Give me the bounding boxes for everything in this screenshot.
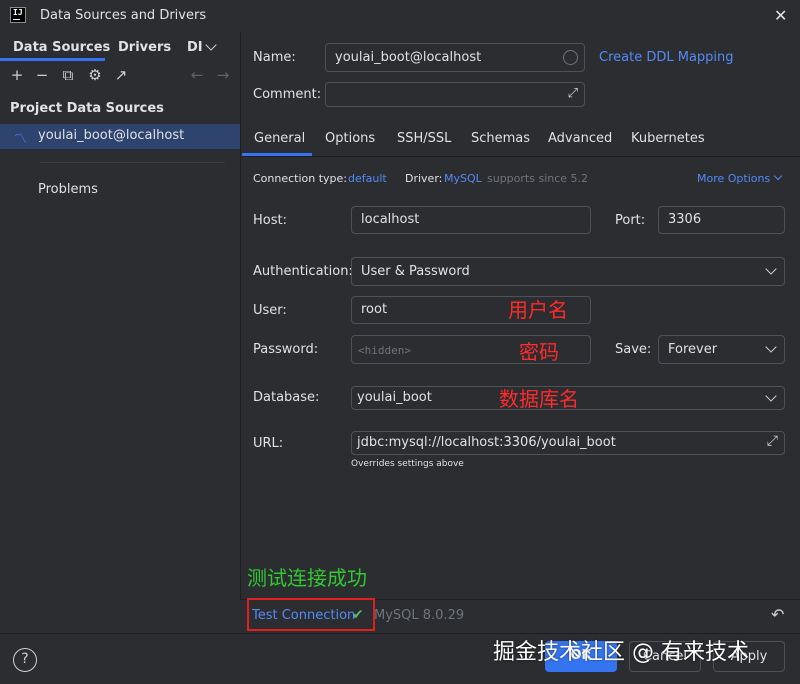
create-ddl-mapping-link[interactable]: Create DDL Mapping	[599, 50, 734, 65]
tab-data-sources[interactable]: Data Sources	[13, 40, 110, 55]
connection-type-link[interactable]: default	[348, 172, 387, 185]
divider	[242, 156, 800, 157]
window-title: Data Sources and Drivers	[40, 8, 207, 23]
tabs-overflow-chevron-icon[interactable]	[205, 39, 217, 51]
tab-general[interactable]: General	[254, 131, 305, 146]
tab-kubernetes[interactable]: Kubernetes	[631, 131, 705, 146]
color-circle-icon[interactable]	[563, 50, 578, 65]
datasource-label[interactable]: youlai_boot@localhost	[38, 128, 184, 143]
url-field[interactable]: jdbc:mysql://localhost:3306/youlai_boot …	[351, 431, 785, 455]
annotation-database: 数据库名	[499, 387, 579, 411]
close-icon[interactable]: ✕	[774, 6, 787, 25]
name-label: Name:	[253, 50, 296, 65]
problems-item[interactable]: Problems	[38, 182, 98, 197]
driver-note: supports since 5.2	[487, 172, 589, 185]
annotation-test-success: 测试连接成功	[247, 566, 367, 590]
project-data-sources-heading: Project Data Sources	[10, 101, 164, 116]
port-label: Port:	[615, 213, 646, 228]
driver-link[interactable]: MySQL	[444, 172, 482, 185]
back-icon[interactable]: ←	[188, 66, 206, 84]
tab-options[interactable]: Options	[325, 131, 375, 146]
left-panel	[0, 32, 241, 600]
name-field[interactable]: youlai_boot@localhost	[325, 43, 585, 72]
tab-advanced[interactable]: Advanced	[548, 131, 612, 146]
host-label: Host:	[253, 213, 287, 228]
app-icon: IJ	[10, 7, 26, 23]
settings-icon[interactable]: ⚙	[86, 66, 104, 84]
url-hint: Overrides settings above	[351, 459, 464, 469]
active-tab-indicator	[0, 58, 105, 61]
save-label: Save:	[615, 342, 652, 357]
annotation-username: 用户名	[508, 298, 568, 322]
comment-label: Comment:	[253, 87, 322, 102]
test-connection-link[interactable]: Test Connection	[252, 608, 355, 623]
divider	[40, 162, 225, 163]
host-field[interactable]: localhost	[351, 206, 591, 234]
add-icon[interactable]: +	[8, 66, 26, 84]
user-label: User:	[253, 303, 287, 318]
password-label: Password:	[253, 342, 319, 357]
driver-label: Driver:	[405, 172, 443, 185]
url-label: URL:	[253, 436, 284, 451]
remove-icon[interactable]: −	[33, 66, 51, 84]
more-options-link[interactable]: More Options	[697, 172, 770, 185]
authentication-label: Authentication:	[253, 264, 353, 279]
comment-field[interactable]: ⤢	[325, 82, 585, 107]
open-icon[interactable]: ↗	[112, 66, 130, 84]
chevron-down-icon	[765, 263, 777, 275]
tab-schemas[interactable]: Schemas	[471, 131, 530, 146]
success-check-icon: ✔	[352, 607, 364, 623]
chevron-down-icon	[765, 390, 777, 402]
tab-di[interactable]: DI	[187, 40, 203, 55]
revert-icon[interactable]: ↶	[771, 605, 784, 624]
chevron-down-icon	[765, 341, 777, 353]
forward-icon[interactable]: →	[214, 66, 232, 84]
connection-type-label: Connection type:	[253, 172, 348, 185]
expand-icon[interactable]: ⤢	[767, 433, 778, 449]
copy-icon[interactable]: ⧉	[59, 66, 77, 84]
port-field[interactable]: 3306	[658, 206, 785, 234]
tab-drivers[interactable]: Drivers	[118, 40, 171, 55]
help-icon[interactable]: ?	[13, 648, 37, 672]
database-label: Database:	[253, 390, 320, 405]
authentication-select[interactable]: User & Password	[351, 257, 785, 286]
mysql-icon: 〽	[14, 132, 28, 147]
more-options-chevron-icon[interactable]	[773, 171, 783, 181]
watermark: 掘金技术社区 @ 有来技术	[493, 640, 749, 665]
annotation-password: 密码	[519, 340, 559, 364]
save-select[interactable]: Forever	[658, 335, 785, 364]
tab-ssh-ssl[interactable]: SSH/SSL	[397, 131, 451, 146]
expand-icon[interactable]: ⤢	[568, 86, 578, 101]
test-result-version: MySQL 8.0.29	[374, 608, 465, 623]
